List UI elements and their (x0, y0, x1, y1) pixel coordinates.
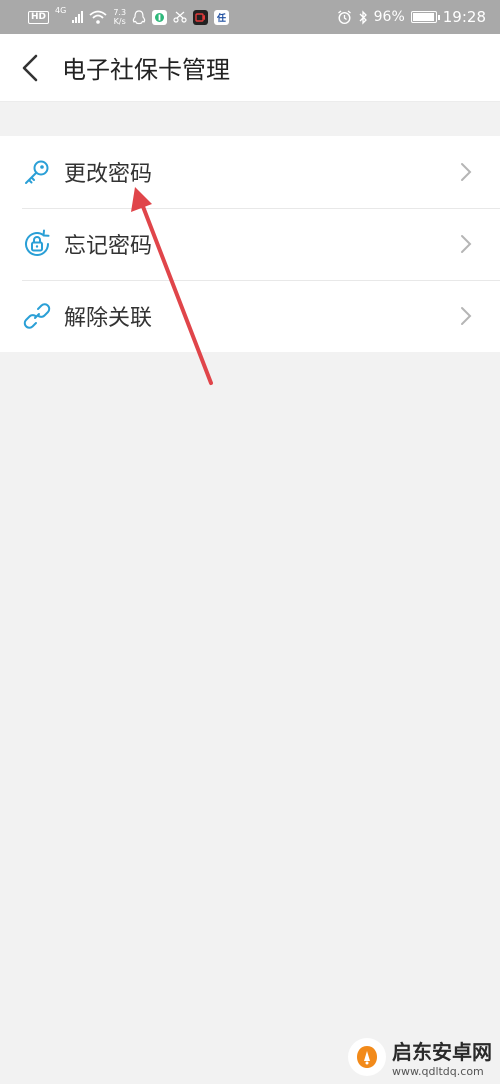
bluetooth-icon (359, 9, 367, 25)
alarm-icon (337, 9, 351, 24)
network-speed-value: 7.3 (113, 8, 127, 17)
network-speed-unit: K/s (113, 17, 126, 26)
network-type: 4G (55, 6, 67, 15)
battery-percent: 96% (373, 9, 405, 25)
status-bar: HD 4G 7.3 K/s 任 96% 19:28 (0, 0, 500, 34)
menu-item-unlink[interactable]: 解除关联 (0, 280, 500, 352)
status-bar-right: 96% 19:28 (337, 8, 486, 26)
menu-item-label: 忘记密码 (64, 234, 153, 259)
menu-item-label: 解除关联 (64, 306, 153, 331)
menu-item-change-password[interactable]: 更改密码 (0, 136, 500, 208)
watermark-text: 启东安卓网 www.qdltdq.com (392, 1036, 492, 1078)
chevron-left-icon (22, 54, 38, 81)
settings-menu: 更改密码 忘记密码 解除关联 (0, 136, 500, 352)
app-icon: 任 (214, 9, 230, 25)
chevron-right-icon (446, 162, 486, 182)
menu-item-forgot-password[interactable]: 忘记密码 (0, 208, 500, 280)
watermark: 启东安卓网 www.qdltdq.com (348, 1036, 492, 1078)
watermark-url: www.qdltdq.com (392, 1065, 484, 1078)
battery-icon (410, 11, 440, 23)
network-speed: 7.3 K/s (113, 8, 126, 26)
wifi-icon (89, 10, 107, 24)
signal-icon (72, 11, 84, 23)
watermark-logo-icon (348, 1038, 386, 1076)
key-icon (20, 155, 54, 189)
watermark-name: 启东安卓网 (392, 1040, 492, 1064)
chevron-right-icon (446, 234, 486, 254)
page-title: 电子社保卡管理 (62, 56, 230, 84)
app-header: 电子社保卡管理 (0, 34, 500, 102)
lock-reset-icon (20, 227, 54, 261)
video-app-icon (193, 9, 209, 25)
back-button[interactable] (0, 34, 60, 102)
chevron-right-icon (446, 306, 486, 326)
menu-item-label: 更改密码 (64, 162, 153, 187)
status-time: 19:28 (442, 8, 486, 26)
battery-fill (412, 13, 434, 21)
scissors-icon (173, 11, 187, 23)
wechat-pay-icon (152, 9, 168, 25)
hd-indicator: HD (28, 10, 50, 24)
link-icon (20, 299, 54, 333)
status-bar-left: HD 4G 7.3 K/s 任 (28, 6, 230, 26)
qq-icon (132, 9, 146, 24)
